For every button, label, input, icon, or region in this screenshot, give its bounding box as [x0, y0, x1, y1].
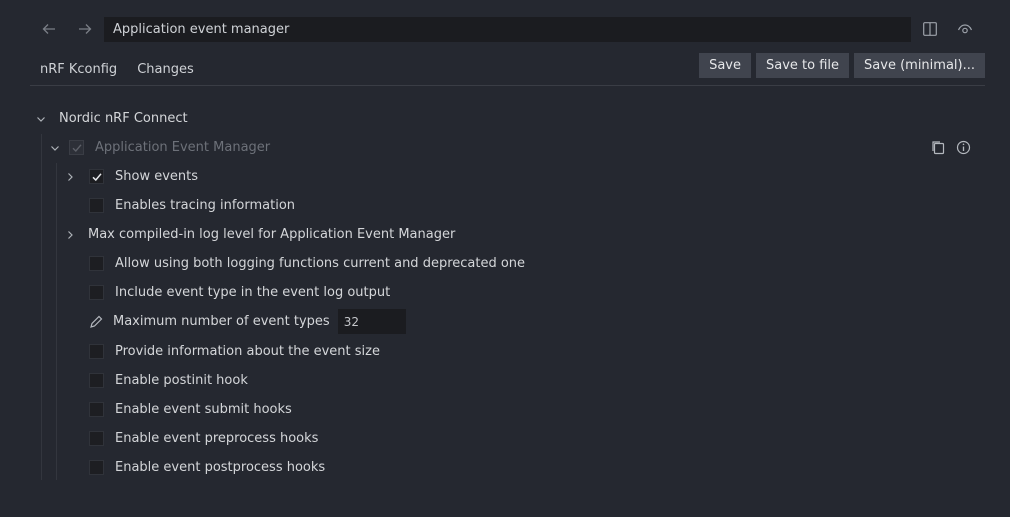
save-toolbar: Save Save to file Save (minimal)... — [699, 53, 985, 78]
tracing-checkbox[interactable] — [89, 198, 104, 213]
split-view-icon[interactable] — [919, 18, 941, 40]
tree-item-include-event-type[interactable]: Include event type in the event log outp… — [89, 278, 390, 307]
tree-item-application-event-manager[interactable]: Application Event Manager — [48, 133, 270, 162]
tree-item-label: Provide information about the event size — [115, 344, 380, 359]
save-button[interactable]: Save — [699, 53, 752, 78]
info-icon[interactable] — [955, 139, 972, 156]
tree-item-label: Enable event preprocess hooks — [115, 431, 319, 446]
save-to-file-button[interactable]: Save to file — [756, 53, 850, 78]
save-minimal-button[interactable]: Save (minimal)... — [854, 53, 985, 78]
tree-item-submit-hooks[interactable]: Enable event submit hooks — [89, 395, 292, 424]
preview-eye-icon[interactable] — [954, 18, 976, 40]
tree-item-postinit-hook[interactable]: Enable postinit hook — [89, 366, 248, 395]
submit-hooks-checkbox[interactable] — [89, 402, 104, 417]
tree-item-label: Include event type in the event log outp… — [115, 285, 391, 300]
tree-indent-guide — [41, 134, 42, 480]
tab-strip: nRF Kconfig Changes — [30, 54, 204, 86]
tree-item-label: Enable postinit hook — [115, 373, 248, 388]
show-events-checkbox[interactable] — [89, 169, 104, 184]
copy-clipboard-icon[interactable] — [930, 139, 947, 156]
tree-item-label: Max compiled-in log level for Applicatio… — [88, 227, 456, 242]
tree-indent-guide — [56, 163, 57, 480]
manager-checkbox[interactable] — [69, 140, 84, 155]
tree-item-event-size[interactable]: Provide information about the event size — [89, 337, 380, 366]
tree-item-tracing[interactable]: Enables tracing information — [89, 191, 295, 220]
tree-item-label: Enable event postprocess hooks — [115, 460, 326, 475]
chevron-right-icon[interactable] — [63, 228, 77, 242]
tree-item-show-events[interactable]: Show events — [63, 162, 198, 191]
tree-item-label: Enables tracing information — [115, 198, 296, 213]
tree-root-label: Nordic nRF Connect — [59, 111, 188, 126]
postinit-hook-checkbox[interactable] — [89, 373, 104, 388]
header-bar: Application event manager — [0, 0, 1010, 58]
max-event-types-input[interactable]: 32 — [337, 309, 406, 334]
allow-logging-checkbox[interactable] — [89, 256, 104, 271]
row-actions — [930, 139, 972, 156]
tab-nrf-kconfig[interactable]: nRF Kconfig — [30, 54, 128, 86]
tree-item-max-event-types[interactable]: Maximum number of event types 32 — [88, 307, 406, 336]
search-input[interactable]: Application event manager — [104, 17, 911, 42]
tab-changes[interactable]: Changes — [127, 54, 204, 85]
chevron-down-icon[interactable] — [48, 141, 62, 155]
tree-item-max-log-level[interactable]: Max compiled-in log level for Applicatio… — [63, 220, 455, 249]
tree-item-label: Enable event submit hooks — [115, 402, 292, 417]
postprocess-hooks-checkbox[interactable] — [89, 460, 104, 475]
tree-item-preprocess-hooks[interactable]: Enable event preprocess hooks — [89, 424, 318, 453]
event-size-checkbox[interactable] — [89, 344, 104, 359]
pencil-edit-icon — [88, 314, 104, 330]
chevron-down-icon[interactable] — [34, 112, 48, 126]
chevron-right-icon[interactable] — [63, 170, 77, 184]
tree-item-label: Allow using both logging functions curre… — [115, 256, 526, 271]
tree-item-label: Show events — [115, 169, 199, 184]
arrow-left-icon[interactable] — [38, 18, 60, 40]
tree-root-row[interactable]: Nordic nRF Connect — [34, 104, 188, 133]
tree-item-label: Maximum number of event types — [113, 314, 330, 329]
tab-divider — [30, 85, 985, 86]
tree-item-postprocess-hooks[interactable]: Enable event postprocess hooks — [89, 453, 325, 482]
include-event-type-checkbox[interactable] — [89, 285, 104, 300]
tree-item-allow-logging[interactable]: Allow using both logging functions curre… — [89, 249, 525, 278]
manager-label: Application Event Manager — [95, 140, 271, 155]
preprocess-hooks-checkbox[interactable] — [89, 431, 104, 446]
arrow-right-icon[interactable] — [74, 18, 96, 40]
